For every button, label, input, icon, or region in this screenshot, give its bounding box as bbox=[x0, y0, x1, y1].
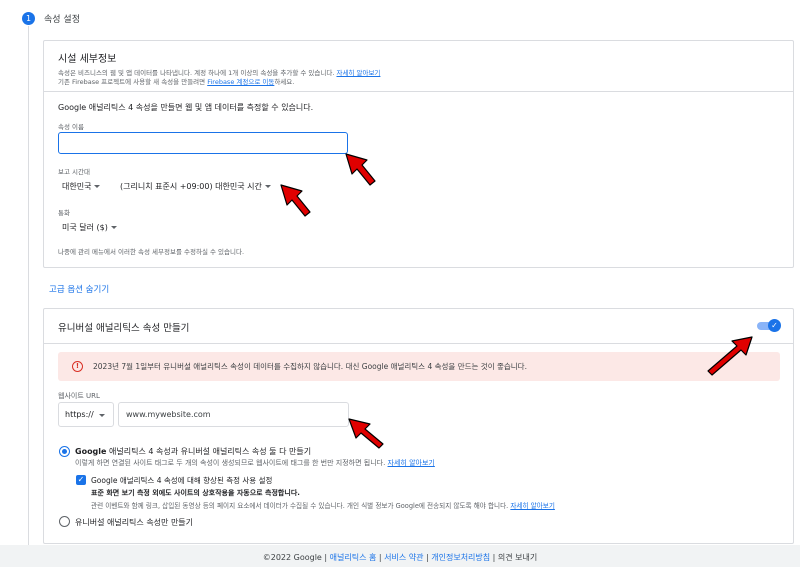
property-details-header: 시설 세부정보 속성은 비즈니스의 웹 및 앱 데이터를 나타냅니다. 계정 하… bbox=[44, 41, 793, 92]
footer-link-terms[interactable]: 서비스 약관 bbox=[384, 553, 423, 562]
property-name-input[interactable] bbox=[58, 132, 348, 154]
radio-universal-only[interactable] bbox=[59, 516, 70, 527]
desc-line2-pre: 기존 Firebase 프로젝트에 사용할 새 속성을 만들려면 bbox=[58, 78, 206, 86]
timezone-country-dropdown[interactable]: 대한민국 bbox=[62, 181, 101, 192]
website-url-placeholder: www.mywebsite.com bbox=[126, 410, 211, 419]
timezone-label: 보고 시간대 bbox=[58, 168, 90, 176]
alert-text: 2023년 7월 1일부터 유니버설 애널리틱스 속성이 데이터를 수집하지 않… bbox=[93, 362, 527, 371]
option-both-title: Google 애널리틱스 4 속성과 유니버설 애널리틱스 속성 둘 다 만들기 bbox=[75, 446, 311, 457]
annotation-arrow-icon bbox=[348, 418, 384, 449]
desc-line2-post: 하세요. bbox=[274, 78, 295, 86]
ga4-intro-text: Google 애널리틱스 4 속성을 만들면 웹 및 앱 데이터를 측정할 수 … bbox=[58, 103, 314, 112]
chevron-down-icon bbox=[94, 185, 101, 188]
enhanced-measurement-bold: 표준 화면 보기 측정 외에도 사이트의 상호작용을 자동으로 측정합니다. bbox=[91, 489, 300, 497]
page: 1 속성 설정 시설 세부정보 속성은 비즈니스의 웹 및 앱 데이터를 나타냅… bbox=[0, 0, 800, 567]
universal-analytics-header: 유니버설 애널리틱스 속성 만들기 ✓ bbox=[44, 309, 793, 344]
step-connector bbox=[28, 26, 29, 546]
timezone-country-value: 대한민국 bbox=[62, 182, 92, 191]
property-details-desc-line2: 기존 Firebase 프로젝트에 사용할 새 속성을 만들려면 Firebas… bbox=[58, 78, 779, 87]
step-number-badge: 1 bbox=[22, 12, 35, 25]
enhanced-learn-more-link[interactable]: 자세히 알아보기 bbox=[510, 502, 555, 510]
universal-analytics-toggle[interactable]: ✓ bbox=[757, 319, 781, 332]
enhanced-measurement-title: Google 애널리틱스 4 속성에 대해 향상된 측정 사용 설정 bbox=[91, 476, 273, 485]
radio-both-properties[interactable] bbox=[59, 446, 70, 457]
footer-copyright: ©2022 Google bbox=[262, 553, 322, 562]
property-details-card: 시설 세부정보 속성은 비즈니스의 웹 및 앱 데이터를 나타냅니다. 계정 하… bbox=[43, 40, 794, 268]
property-name-label: 속성 이름 bbox=[58, 123, 84, 131]
deprecation-alert: ! 2023년 7월 1일부터 유니버설 애널리틱스 속성이 데이터를 수집하지… bbox=[58, 352, 780, 381]
enhanced-measurement-sub: 관련 이벤트와 함께 링크, 삽입된 동영상 등의 페이지 요소에서 데이터가 … bbox=[91, 502, 509, 510]
timezone-value: (그리니치 표준시 +09:00) 대한민국 시간 bbox=[120, 182, 262, 191]
footer-feedback-link[interactable]: 의견 보내기 bbox=[498, 553, 537, 562]
hide-advanced-options-link[interactable]: 고급 옵션 숨기기 bbox=[49, 283, 109, 295]
step-title: 속성 설정 bbox=[44, 15, 80, 25]
universal-analytics-title: 유니버설 애널리틱스 속성 만들기 bbox=[58, 323, 190, 334]
option-both-desc: 이렇게 하면 연결된 사이트 태그로 두 개의 속성이 생성되므로 웹사이트에 … bbox=[75, 458, 435, 468]
option-both-brand: Google bbox=[75, 447, 107, 456]
currency-value: 미국 달러 ($) bbox=[62, 223, 108, 232]
learn-more-link[interactable]: 자세히 알아보기 bbox=[336, 69, 380, 77]
option-universal-only-title: 유니버설 애널리틱스 속성만 만들기 bbox=[75, 518, 194, 527]
footer-link-analytics-home[interactable]: 애널리틱스 홈 bbox=[330, 553, 377, 562]
annotation-arrow-icon bbox=[345, 153, 376, 186]
protocol-select[interactable]: https:// bbox=[58, 402, 114, 427]
timezone-dropdown[interactable]: (그리니치 표준시 +09:00) 대한민국 시간 bbox=[120, 181, 271, 192]
chevron-down-icon bbox=[110, 226, 117, 229]
enhanced-measurement-checkbox[interactable]: ✓ bbox=[76, 475, 86, 485]
website-url-label: 웹사이트 URL bbox=[58, 392, 100, 400]
protocol-value: https:// bbox=[65, 410, 94, 419]
firebase-account-link[interactable]: Firebase 계정으로 이동 bbox=[207, 78, 274, 86]
annotation-arrow-icon bbox=[280, 184, 311, 217]
chevron-down-icon bbox=[264, 185, 271, 188]
desc-line1-text: 속성은 비즈니스의 웹 및 앱 데이터를 나타냅니다. 계정 하나에 1개 이상… bbox=[58, 69, 335, 77]
property-details-desc-line1: 속성은 비즈니스의 웹 및 앱 데이터를 나타냅니다. 계정 하나에 1개 이상… bbox=[58, 69, 779, 78]
currency-label: 통화 bbox=[58, 209, 70, 217]
footer: ©2022 Google | 애널리틱스 홈 | 서비스 약관 | 개인정보처리… bbox=[0, 545, 800, 567]
option-both-learn-more-link[interactable]: 자세히 알아보기 bbox=[388, 459, 435, 467]
annotation-arrow-icon bbox=[707, 336, 753, 376]
edit-later-note: 나중에 관리 메뉴에서 이러한 속성 세부정보를 수정하실 수 있습니다. bbox=[58, 248, 245, 256]
footer-link-privacy[interactable]: 개인정보처리방침 bbox=[431, 553, 490, 562]
universal-analytics-card: 유니버설 애널리틱스 속성 만들기 ✓ ! 2023년 7월 1일부터 유니버설… bbox=[43, 308, 794, 544]
enhanced-measurement-desc: 관련 이벤트와 함께 링크, 삽입된 동영상 등의 페이지 요소에서 데이터가 … bbox=[91, 500, 555, 510]
option-both-sub: 이렇게 하면 연결된 사이트 태그로 두 개의 속성이 생성되므로 웹사이트에 … bbox=[75, 459, 386, 467]
check-icon: ✓ bbox=[768, 319, 781, 332]
option-both-text: 애널리틱스 4 속성과 유니버설 애널리틱스 속성 둘 다 만들기 bbox=[109, 447, 312, 456]
chevron-down-icon bbox=[99, 414, 105, 417]
error-icon: ! bbox=[72, 361, 83, 372]
property-details-title: 시설 세부정보 bbox=[58, 54, 117, 65]
currency-dropdown[interactable]: 미국 달러 ($) bbox=[62, 222, 117, 233]
website-url-input[interactable]: www.mywebsite.com bbox=[118, 402, 349, 427]
